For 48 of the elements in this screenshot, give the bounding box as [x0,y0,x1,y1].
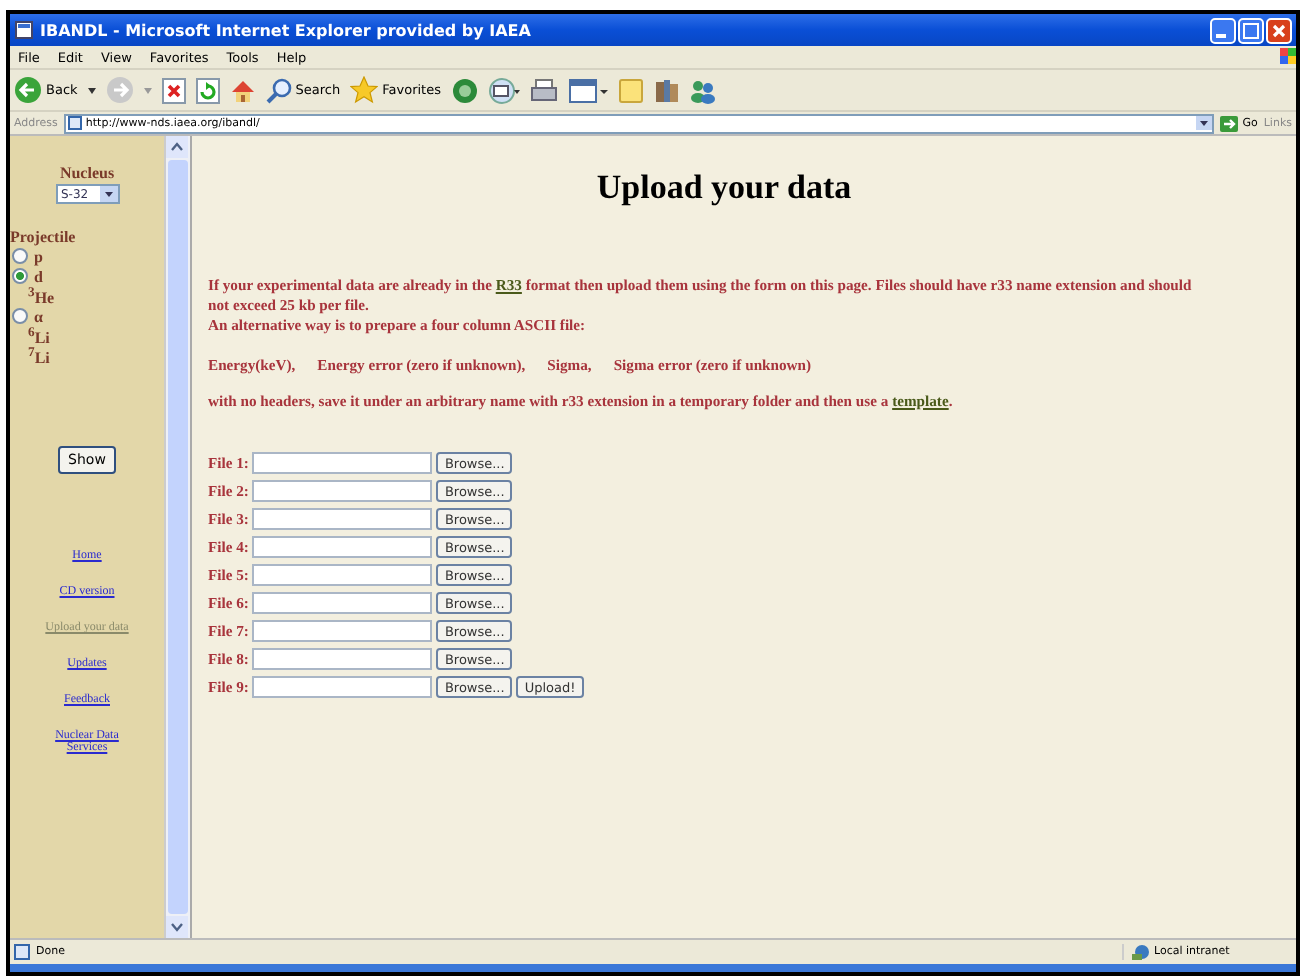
scroll-down-icon[interactable] [166,916,188,938]
star-icon[interactable] [350,76,379,104]
scroll-up-icon[interactable] [166,136,188,158]
home-icon[interactable] [229,77,256,103]
printer-icon[interactable] [529,77,557,103]
window-title: IBANDL - Microsoft Internet Explorer provided by IAEA [40,21,533,39]
nucleus-label: Nucleus [57,164,117,182]
projectile-option: p [34,247,43,265]
go-arrow-icon[interactable] [1220,115,1239,131]
radio-button[interactable] [12,268,28,284]
radio-button[interactable] [12,248,28,264]
file-field[interactable] [252,508,433,530]
minimize-icon[interactable] [1210,17,1236,43]
page-icon [67,116,82,130]
dropdown-arrow-icon[interactable] [99,186,117,202]
back-arrow-icon[interactable] [14,76,42,104]
file-field[interactable] [252,676,433,698]
file-field[interactable] [252,620,433,642]
projectile-option: $^{7}$Li [10,345,50,367]
file-field[interactable] [252,648,433,670]
refresh-icon[interactable] [195,77,220,103]
projectile-option: $^{3}$He [10,285,55,307]
file-field[interactable] [252,480,433,502]
dropdown-arrow-icon[interactable] [1196,116,1213,130]
messenger-icon[interactable] [689,77,715,103]
file-field[interactable] [252,452,433,474]
file-field[interactable] [252,592,433,614]
edit-page-icon[interactable] [567,77,607,103]
search-icon[interactable] [265,77,292,103]
note-icon[interactable] [617,77,643,103]
stop-icon[interactable] [161,77,186,103]
close-icon[interactable] [1266,17,1292,43]
projectile-option: $^{6}$Li [10,325,50,347]
dropdown-caret-icon[interactable] [87,87,96,93]
projectile-option: d [34,267,43,285]
page-done-icon[interactable] [14,944,30,960]
page-heading: Upload your data [594,168,854,208]
intranet-globe-icon[interactable] [1132,944,1150,960]
windows-logo-icon[interactable] [1280,48,1296,66]
page-icon[interactable] [14,20,34,40]
radio-button[interactable] [12,308,28,324]
projectile-label: Projectile [10,228,78,246]
media-icon[interactable] [451,77,477,103]
maximize-icon[interactable] [1238,17,1264,43]
scroll-thumb[interactable] [168,160,188,914]
file-field[interactable] [252,564,433,586]
projectile-option: α [34,307,43,325]
file-field[interactable] [252,536,433,558]
